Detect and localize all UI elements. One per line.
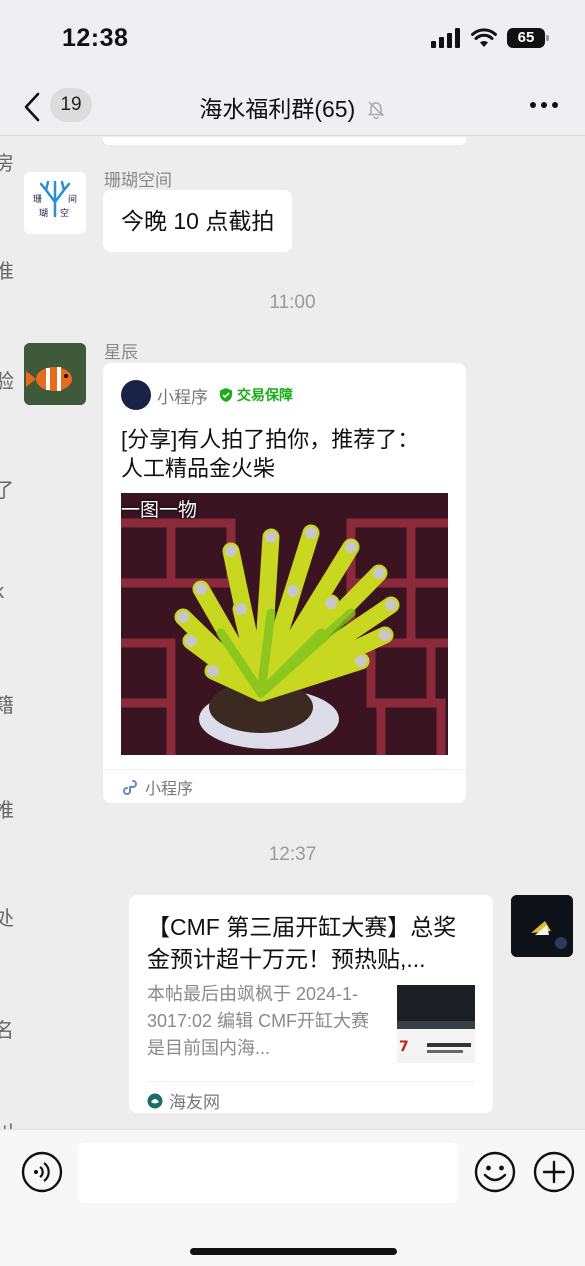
edge-glyph: 准 [0,261,14,283]
mini-program-footer-label: 小程序 [145,780,194,798]
edge-glyph: 刂 [0,1117,14,1129]
more-icon[interactable] [529,100,559,110]
mini-program-logo-icon [121,380,151,410]
edge-glyph: 房 [0,153,14,175]
battery-icon: 65 [507,28,549,48]
emoji-icon[interactable] [474,1151,516,1193]
sender-name: 星辰 [104,343,138,362]
home-indicator [190,1248,397,1255]
status-bar: 12:38 65 [0,0,585,78]
chat-title-wrap: 海水福利群(65) [0,90,585,124]
avatar[interactable] [24,343,86,405]
svg-text:间: 间 [68,193,77,205]
message-list[interactable]: 房 准 验 了 k 籍 推 处 名 刂 珊 间 瑚 空 珊瑚空间 今晚 10 点… [0,137,585,1129]
time-divider: 11:00 [269,292,316,313]
signal-icon [431,28,460,48]
input-bar [0,1129,585,1266]
svg-text:瑚: 瑚 [39,208,48,219]
avatar[interactable]: 珊 间 瑚 空 [24,172,86,234]
edge-glyph: 验 [0,371,14,393]
status-time: 12:38 [62,24,129,52]
edge-glyph: k [0,581,4,604]
shield-check-icon [220,388,232,402]
svg-text:珊: 珊 [33,194,42,205]
fish-avatar-icon [511,895,573,957]
mini-program-label: 小程序 [157,387,208,407]
edge-glyph: 了 [0,480,14,502]
link-title: 【CMF 第三届开缸大赛】总奖金预计超十万元！预热贴,... [147,914,457,972]
edge-glyph: 籍 [0,695,14,717]
mini-program-footer: 小程序 [103,769,466,803]
mini-program-header: 小程序 交易保障 [121,380,293,410]
edge-glyph: 推 [0,800,14,822]
message-input[interactable] [78,1143,458,1203]
sender-name: 珊瑚空间 [104,171,172,190]
mute-bell-icon [367,101,384,119]
chat-header: 19 海水福利群(65) [0,78,585,136]
trade-guarantee-badge: 交易保障 [237,387,293,403]
link-source-name: 海友网 [169,1093,220,1112]
image-caption: 一图一物 [121,500,198,521]
self-avatar[interactable] [511,895,573,957]
text-message-bubble[interactable]: 今晚 10 点截拍 [103,190,293,252]
link-footer: 海友网 [147,1081,475,1113]
svg-text:空: 空 [60,207,69,219]
status-indicators: 65 [431,28,549,48]
previous-message-card[interactable] [103,137,466,145]
mini-program-card[interactable]: 小程序 交易保障 [分享]有人拍了拍你，推荐了：人工精品金火柴 一图一物 小程序 [103,363,466,803]
link-thumbnail-image: 7 [397,985,475,1063]
coral-logo-icon: 珊 间 瑚 空 [33,180,77,219]
clownfish-icon [24,343,86,405]
mini-program-link-icon [123,779,137,795]
source-site-icon [147,1093,163,1108]
coral-photo: 一图一物 [121,493,448,755]
voice-input-icon[interactable] [21,1151,63,1193]
svg-text:7: 7 [399,1039,409,1055]
edge-glyph: 名 [0,1020,14,1042]
chat-title: 海水福利群(65) [199,96,356,122]
link-share-card[interactable]: 【CMF 第三届开缸大赛】总奖金预计超十万元！预热贴,... 本帖最后由飒枫于 … [129,895,493,1113]
plus-icon[interactable] [533,1151,575,1193]
mini-program-title: [分享]有人拍了拍你，推荐了：人工精品金火柴 [121,427,420,481]
left-edge-overlay: 房 准 验 了 k 籍 推 处 名 刂 [0,137,14,1129]
torch-coral-image [121,493,448,755]
edge-glyph: 处 [0,908,14,930]
link-thumbnail: 7 [397,985,475,1063]
link-description: 本帖最后由飒枫于 2024-1-3017:02 编辑 CMF开缸大赛是目前国内海… [147,984,370,1058]
time-divider: 12:37 [268,844,317,865]
wifi-icon [471,28,497,47]
